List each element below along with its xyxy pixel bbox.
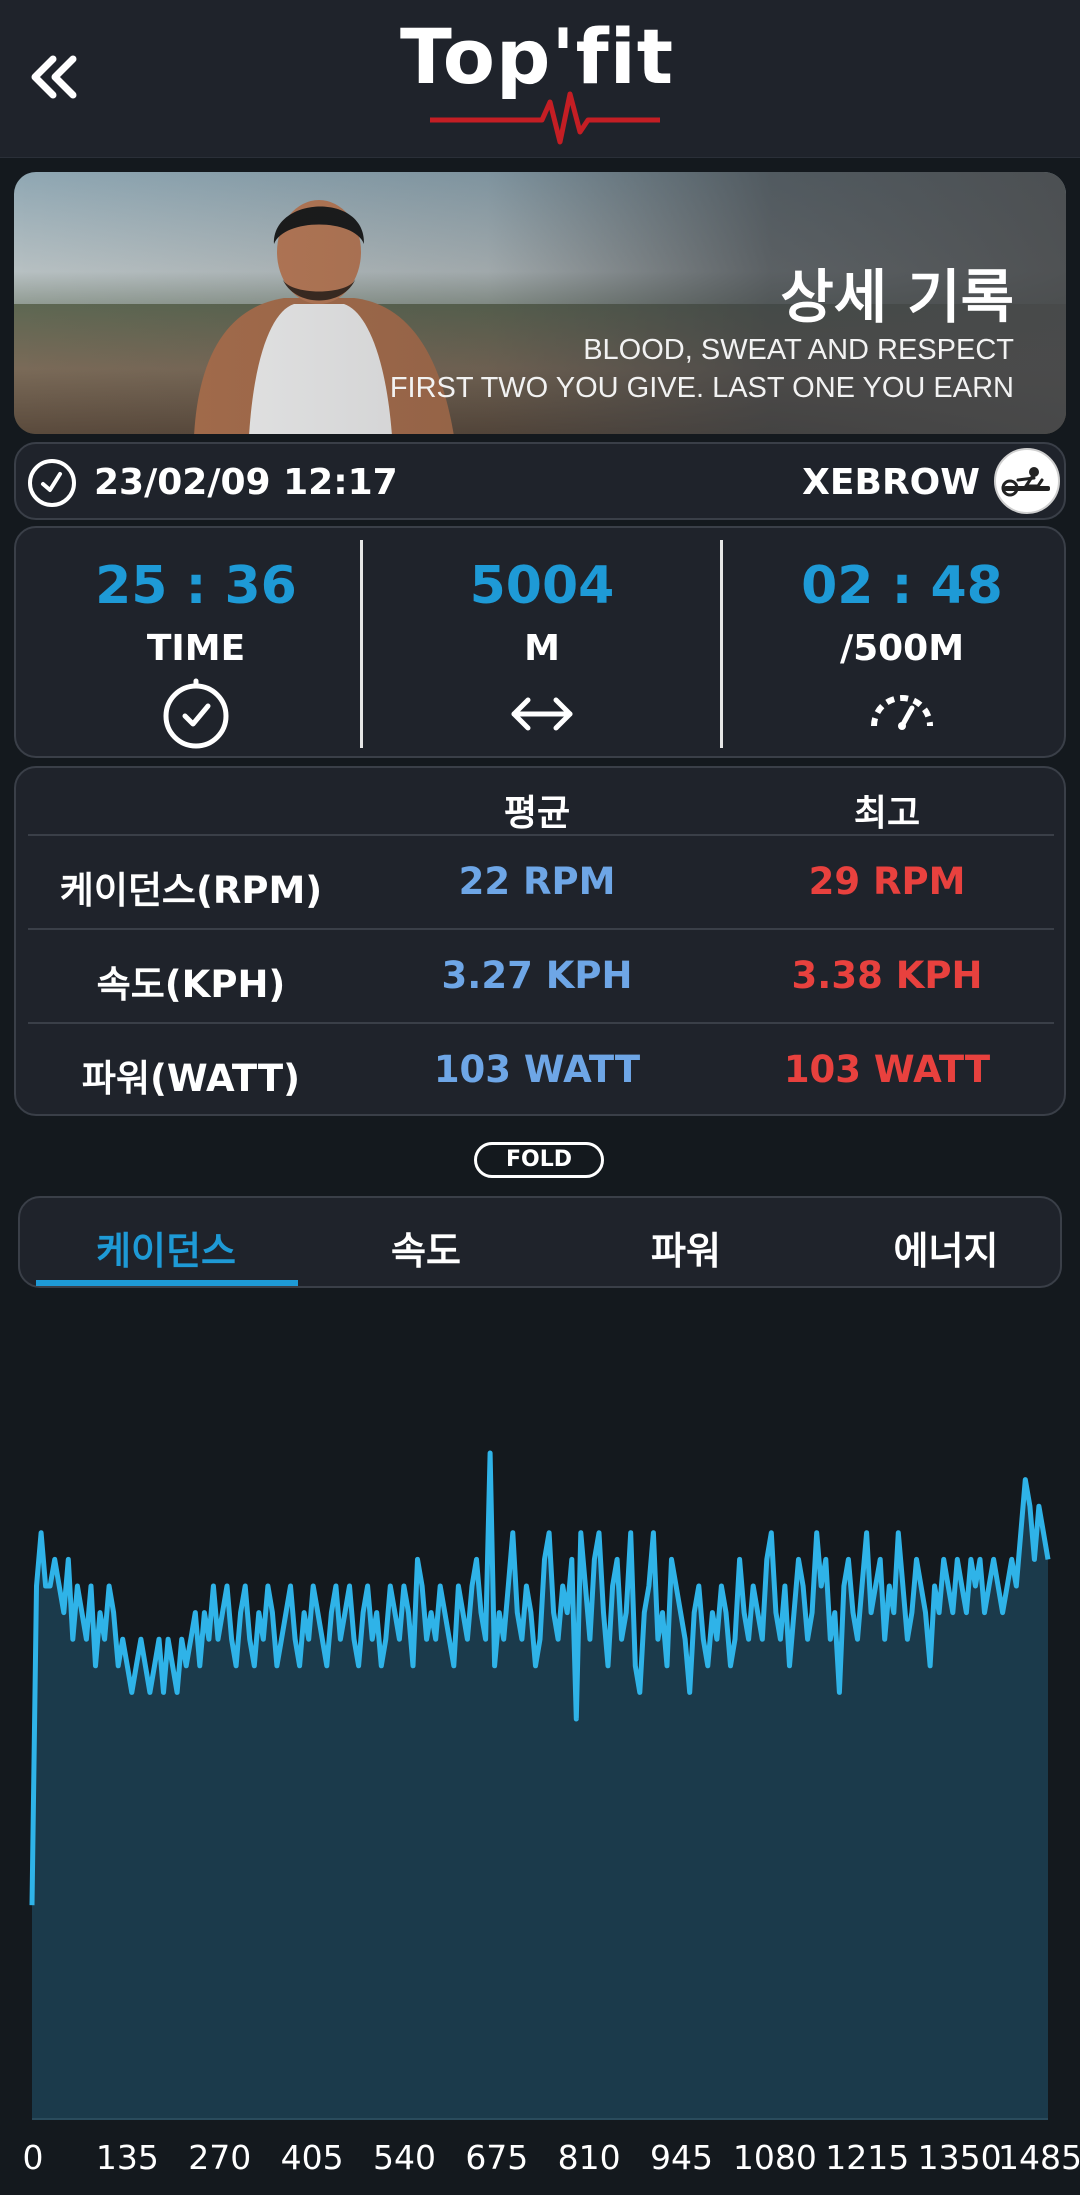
tab-energy[interactable]: 에너지 [816,1220,1076,1275]
table-divider [28,1022,1054,1024]
app-header: Top'fit [0,0,1080,158]
page-title: 상세 기록 [780,263,1014,331]
table-divider [28,928,1054,930]
fold-button[interactable]: FOLD [474,1142,604,1178]
table-row-max: 103 WATT [783,1048,991,1091]
table-row-label: 파워(WATT) [81,1057,301,1100]
device-name: XEBROW [802,462,980,503]
x-tick-label: 1350 [917,2138,1002,2177]
x-tick-label: 405 [280,2138,344,2177]
stat-time: 25 : 36 TIME [16,528,376,760]
double-chevron-left-icon [31,55,77,99]
x-tick-label: 1080 [732,2138,817,2177]
x-tick-label: 945 [650,2138,714,2177]
hero-subtitle-line2: FIRST TWO YOU GIVE. LAST ONE YOU EARN [389,372,1014,404]
x-tick-label: 270 [188,2138,252,2177]
table-divider [28,834,1054,836]
stat-pace: 02 : 48 /500M [722,528,1080,760]
double-arrow-horizontal-icon [511,697,573,731]
workout-stats-card: 25 : 36 TIME 5004 M 02 : 48 /500M [14,526,1066,758]
tab-power[interactable]: 파워 [556,1220,816,1275]
clock-icon [28,459,76,507]
cadence-chart-svg [29,1450,1051,2120]
table-row-label: 속도(KPH) [96,963,286,1006]
table-row-max: 29 RPM [808,860,966,903]
app-logo: Top'fit [400,12,680,145]
table-row-label: 케이던스(RPM) [59,869,323,912]
heartbeat-pulse-icon [430,91,660,145]
stat-time-value: 25 : 36 [95,556,297,616]
tab-cadence[interactable]: 케이던스 [36,1220,296,1275]
x-tick-label: 675 [465,2138,529,2177]
stat-pace-label: /500M [839,628,965,669]
x-tick-label: 135 [95,2138,159,2177]
stat-distance-label: M [524,628,560,669]
logo-text: Top'fit [400,12,675,101]
hero-subtitle-line1: BLOOD, SWEAT AND RESPECT [583,334,1014,366]
speedometer-icon [871,695,933,730]
x-tick-label: 810 [557,2138,621,2177]
chart-tabs: 케이던스 속도 파워 에너지 [18,1196,1062,1288]
hero-banner: 상세 기록 BLOOD, SWEAT AND RESPECT FIRST TWO… [14,172,1066,434]
table-row-avg: 103 WATT [433,1048,641,1091]
stat-distance: 5004 M [362,528,722,760]
table-header-max: 최고 [853,793,921,834]
x-tick-label: 1485 [998,2138,1080,2177]
x-tick-label: 0 [22,2138,44,2177]
rowing-machine-icon [1001,467,1050,497]
stopwatch-icon [163,678,229,749]
x-tick-label: 540 [372,2138,436,2177]
stat-distance-value: 5004 [469,556,615,616]
x-tick-label: 1215 [825,2138,910,2177]
summary-table: 평균 최고 케이던스(RPM) 22 RPM 29 RPM 속도(KPH) 3.… [14,766,1066,1116]
tab-speed[interactable]: 속도 [296,1220,556,1275]
table-header-average: 평균 [503,793,571,834]
cadence-chart [0,1300,1080,2195]
back-button[interactable] [22,44,88,110]
table-row-max: 3.38 KPH [791,954,983,997]
session-info-bar: 23/02/09 12:17 XEBROW [14,442,1066,520]
table-row-avg: 22 RPM [458,860,616,903]
stat-time-label: TIME [146,628,246,669]
device-avatar[interactable] [994,448,1060,514]
session-datetime: 23/02/09 12:17 [94,462,398,503]
active-tab-indicator [36,1280,298,1286]
stat-pace-value: 02 : 48 [801,556,1003,616]
table-row-avg: 3.27 KPH [441,954,633,997]
